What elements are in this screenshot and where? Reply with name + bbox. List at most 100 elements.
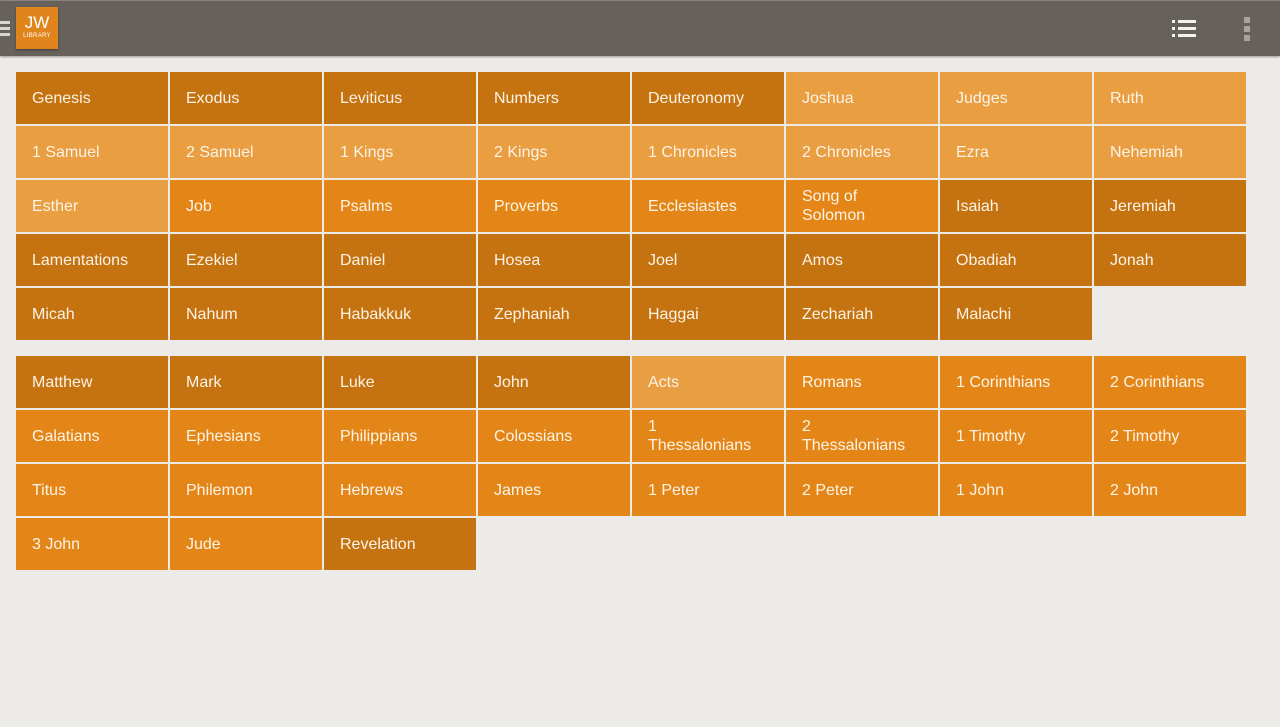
book-tile-jude[interactable]: Jude [170, 518, 322, 570]
book-tile-nahum[interactable]: Nahum [170, 288, 322, 340]
book-label: Hebrews [340, 481, 404, 499]
book-tile-ephesians[interactable]: Ephesians [170, 410, 322, 462]
book-label: Amos [802, 251, 843, 269]
book-tile-zechariah[interactable]: Zechariah [786, 288, 938, 340]
book-tile-1-timothy[interactable]: 1 Timothy [940, 410, 1092, 462]
book-label: Obadiah [956, 251, 1017, 269]
book-tile-matthew[interactable]: Matthew [16, 356, 168, 408]
book-tile-isaiah[interactable]: Isaiah [940, 180, 1092, 232]
book-tile-2-john[interactable]: 2 John [1094, 464, 1246, 516]
book-tile-leviticus[interactable]: Leviticus [324, 72, 476, 124]
book-label: Numbers [494, 89, 559, 107]
book-tile-genesis[interactable]: Genesis [16, 72, 168, 124]
book-label: 2 Corinthians [1110, 373, 1205, 391]
book-label: Esther [32, 197, 79, 215]
book-label: Jonah [1110, 251, 1154, 269]
book-tile-philippians[interactable]: Philippians [324, 410, 476, 462]
book-tile-numbers[interactable]: Numbers [478, 72, 630, 124]
book-tile-2-thessalonians[interactable]: 2 Thessalonians [786, 410, 938, 462]
book-tile-2-kings[interactable]: 2 Kings [478, 126, 630, 178]
book-tile-2-peter[interactable]: 2 Peter [786, 464, 938, 516]
book-label: 2 Kings [494, 143, 548, 161]
book-tile-daniel[interactable]: Daniel [324, 234, 476, 286]
book-label: Matthew [32, 373, 93, 391]
book-tile-luke[interactable]: Luke [324, 356, 476, 408]
book-tile-2-corinthians[interactable]: 2 Corinthians [1094, 356, 1246, 408]
book-label: Joel [648, 251, 678, 269]
book-label: Isaiah [956, 197, 999, 215]
book-tile-hebrews[interactable]: Hebrews [324, 464, 476, 516]
book-label: Micah [32, 305, 75, 323]
book-tile-acts[interactable]: Acts [632, 356, 784, 408]
book-tile-2-chronicles[interactable]: 2 Chronicles [786, 126, 938, 178]
book-tile-revelation[interactable]: Revelation [324, 518, 476, 570]
book-tile-2-timothy[interactable]: 2 Timothy [1094, 410, 1246, 462]
book-label: Titus [32, 481, 67, 499]
book-label: 1 Peter [648, 481, 700, 499]
book-tile-zephaniah[interactable]: Zephaniah [478, 288, 630, 340]
book-tile-3-john[interactable]: 3 John [16, 518, 168, 570]
book-tile-haggai[interactable]: Haggai [632, 288, 784, 340]
list-view-icon[interactable] [1172, 19, 1196, 39]
book-label: James [494, 481, 542, 499]
book-tile-john[interactable]: John [478, 356, 630, 408]
book-tile-song-of-solomon[interactable]: Song of Solomon [786, 180, 938, 232]
book-tile-romans[interactable]: Romans [786, 356, 938, 408]
book-tile-1-thessalonians[interactable]: 1 Thessalonians [632, 410, 784, 462]
book-tile-malachi[interactable]: Malachi [940, 288, 1092, 340]
book-label: 2 John [1110, 481, 1159, 499]
book-tile-micah[interactable]: Micah [16, 288, 168, 340]
book-label: Colossians [494, 427, 573, 445]
book-label: 1 Timothy [956, 427, 1026, 445]
book-tile-job[interactable]: Job [170, 180, 322, 232]
book-tile-colossians[interactable]: Colossians [478, 410, 630, 462]
book-tile-hosea[interactable]: Hosea [478, 234, 630, 286]
book-tile-obadiah[interactable]: Obadiah [940, 234, 1092, 286]
book-tile-james[interactable]: James [478, 464, 630, 516]
logo-line2: LIBRARY [23, 33, 51, 39]
book-label: Song of Solomon [802, 188, 866, 224]
hamburger-icon[interactable] [0, 21, 10, 37]
book-label: Philemon [186, 481, 253, 499]
overflow-menu-icon[interactable] [1244, 17, 1252, 41]
book-tile-1-john[interactable]: 1 John [940, 464, 1092, 516]
book-tile-deuteronomy[interactable]: Deuteronomy [632, 72, 784, 124]
book-tile-titus[interactable]: Titus [16, 464, 168, 516]
book-tile-jonah[interactable]: Jonah [1094, 234, 1246, 286]
book-tile-ezra[interactable]: Ezra [940, 126, 1092, 178]
book-tile-joel[interactable]: Joel [632, 234, 784, 286]
book-label: Hosea [494, 251, 541, 269]
book-tile-proverbs[interactable]: Proverbs [478, 180, 630, 232]
book-label: Romans [802, 373, 862, 391]
book-tile-joshua[interactable]: Joshua [786, 72, 938, 124]
book-tile-jeremiah[interactable]: Jeremiah [1094, 180, 1246, 232]
book-tile-habakkuk[interactable]: Habakkuk [324, 288, 476, 340]
book-tile-1-corinthians[interactable]: 1 Corinthians [940, 356, 1092, 408]
book-tile-ruth[interactable]: Ruth [1094, 72, 1246, 124]
book-tile-2-samuel[interactable]: 2 Samuel [170, 126, 322, 178]
book-tile-psalms[interactable]: Psalms [324, 180, 476, 232]
book-tile-philemon[interactable]: Philemon [170, 464, 322, 516]
book-label: Zephaniah [494, 305, 570, 323]
action-bar: JW LIBRARY [0, 0, 1280, 56]
book-label: Job [186, 197, 212, 215]
book-tile-ecclesiastes[interactable]: Ecclesiastes [632, 180, 784, 232]
book-tile-nehemiah[interactable]: Nehemiah [1094, 126, 1246, 178]
book-tile-exodus[interactable]: Exodus [170, 72, 322, 124]
book-tile-galatians[interactable]: Galatians [16, 410, 168, 462]
app-logo[interactable]: JW LIBRARY [16, 7, 58, 49]
book-tile-1-samuel[interactable]: 1 Samuel [16, 126, 168, 178]
book-tile-lamentations[interactable]: Lamentations [16, 234, 168, 286]
book-tile-1-chronicles[interactable]: 1 Chronicles [632, 126, 784, 178]
book-tile-amos[interactable]: Amos [786, 234, 938, 286]
book-tile-ezekiel[interactable]: Ezekiel [170, 234, 322, 286]
book-tile-esther[interactable]: Esther [16, 180, 168, 232]
book-label: 2 Peter [802, 481, 854, 499]
book-tile-1-kings[interactable]: 1 Kings [324, 126, 476, 178]
book-tile-judges[interactable]: Judges [940, 72, 1092, 124]
book-label: 2 Samuel [186, 143, 254, 161]
book-label: Joshua [802, 89, 854, 107]
book-tile-1-peter[interactable]: 1 Peter [632, 464, 784, 516]
book-label: 1 John [956, 481, 1005, 499]
book-tile-mark[interactable]: Mark [170, 356, 322, 408]
